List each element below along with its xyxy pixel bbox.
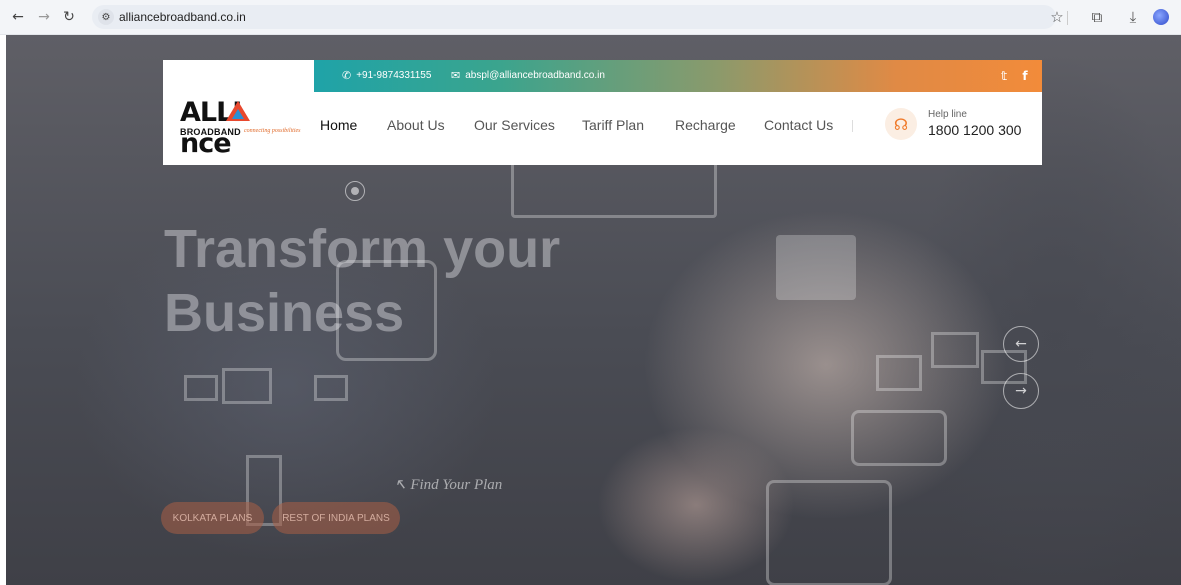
phone-link[interactable]: ✆ +91-9874331155 [342,69,431,82]
nav-divider [852,120,853,132]
logo-subtitle: BROADBAND [180,127,241,137]
browser-toolbar: ← → ↻ ⚙ alliancebroadband.co.in ☆ ⧉ ⤓ [0,0,1181,35]
email-link[interactable]: ✉ abspl@alliancebroadband.co.in [451,69,605,82]
helpline-number[interactable]: 1800 1200 300 [928,122,1021,138]
extensions-icon[interactable]: ⧉ [1087,7,1107,27]
envelope-graphic [184,375,218,401]
kolkata-plans-button[interactable]: KOLKATA PLANS [161,502,264,534]
logo-mark-icon [232,109,244,119]
slider-next-button[interactable]: → [1003,373,1039,409]
reload-icon[interactable]: ↻ [59,7,79,27]
site-settings-icon[interactable]: ⚙ [98,9,114,25]
nav-about-us[interactable]: About Us [387,117,445,133]
profile-avatar[interactable] [1153,9,1169,25]
slider-prev-button[interactable]: ← [1003,326,1039,362]
back-icon[interactable]: ← [8,7,28,27]
forward-icon[interactable]: → [34,7,54,27]
nav-recharge[interactable]: Recharge [675,117,736,133]
hero-title-line: Transform your [164,219,561,279]
device-graphic [766,480,892,585]
nav-tariff-plan[interactable]: Tariff Plan [582,117,644,133]
envelope-graphic [876,355,922,391]
find-plan-caption: ↖ Find Your Plan [394,477,503,493]
rest-of-india-plans-button[interactable]: REST OF INDIA PLANS [272,502,400,534]
twitter-icon[interactable]: 𝕥 [996,68,1012,84]
nav-our-services[interactable]: Our Services [474,117,555,133]
helpline-label: Help line [928,109,967,120]
phone-text: +91-9874331155 [356,70,432,81]
nav-contact-us[interactable]: Contact Us [764,117,833,133]
contact-topbar: ✆ +91-9874331155 ✉ abspl@alliancebroadba… [314,60,1042,92]
headset-icon: ☊ [885,108,917,140]
url-text[interactable]: alliancebroadband.co.in [119,10,246,24]
chat-bubble-graphic [851,410,947,466]
logo-tagline: connecting possibilities [244,128,301,134]
whatsapp-icon: ✆ [342,69,352,82]
email-text: abspl@alliancebroadband.co.in [465,70,605,81]
bookmark-star-icon[interactable]: ☆ [1047,7,1067,27]
envelope-graphic [314,375,348,401]
hero-title-line: Business [164,283,405,343]
alliance-logo[interactable]: ALLInce BROADBAND connecting possibiliti… [180,97,305,159]
slider-indicator-icon[interactable] [345,181,365,201]
envelope-graphic [931,332,979,368]
toolbar-divider [1067,11,1068,25]
site-header: ✆ +91-9874331155 ✉ abspl@alliancebroadba… [163,60,1042,165]
download-icon[interactable]: ⤓ [1123,7,1143,27]
address-bar[interactable]: ⚙ alliancebroadband.co.in [92,5,1056,29]
hero-title: Transform your Business [164,217,560,345]
find-plan-text: Find Your Plan [410,477,503,493]
envelope-graphic [222,368,272,404]
web-page: ✆ +91-9874331155 ✉ abspl@alliancebroadba… [6,35,1181,585]
nav-home[interactable]: Home [320,117,357,133]
facebook-icon[interactable]: f [1017,68,1033,84]
mail-icon: ✉ [451,69,461,82]
window-graphic [776,235,856,300]
